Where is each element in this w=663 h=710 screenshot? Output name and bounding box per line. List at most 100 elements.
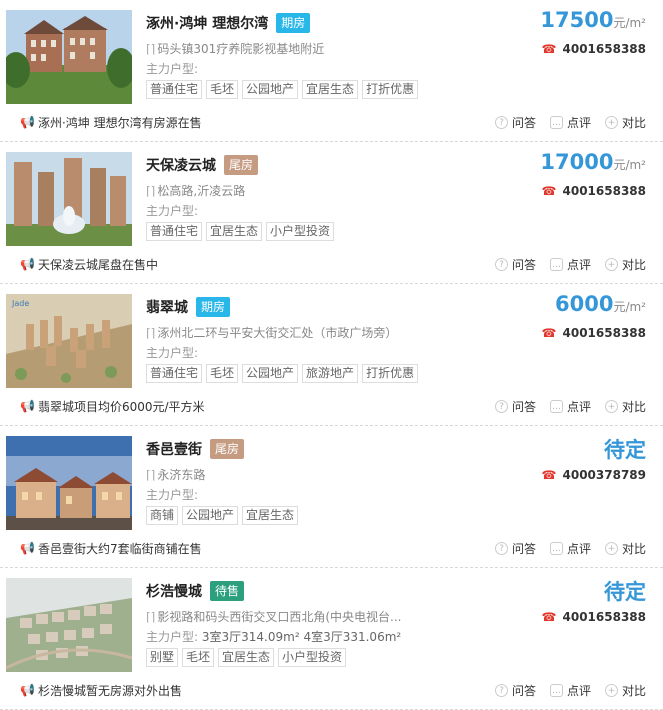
- property-name[interactable]: 翡翠城: [146, 297, 188, 317]
- property-photo[interactable]: [6, 578, 132, 672]
- price-unit: 元/m²: [613, 158, 646, 172]
- phone-number: 4000378789: [562, 468, 647, 482]
- megaphone-icon: 📢: [20, 541, 35, 555]
- compare-label: 对比: [621, 257, 646, 272]
- property-name[interactable]: 天保凌云城: [146, 155, 216, 175]
- compare-label: 对比: [621, 399, 646, 414]
- phone[interactable]: ☎ 4000378789: [542, 468, 646, 482]
- review-button[interactable]: … 点评: [549, 114, 591, 131]
- phone[interactable]: ☎ 4001658388: [542, 42, 646, 56]
- plus-circle-icon: +: [604, 257, 618, 271]
- news-text[interactable]: 天保凌云城尾盘在售中: [38, 256, 158, 273]
- review-button[interactable]: … 点评: [549, 682, 591, 699]
- price-value: 待定: [604, 580, 646, 604]
- ask-button[interactable]: ? 问答: [494, 256, 536, 273]
- news-text[interactable]: 涿州·鸿坤 理想尔湾有房源在售: [38, 114, 202, 131]
- phone[interactable]: ☎ 4001658388: [542, 610, 646, 624]
- question-icon: ?: [494, 541, 508, 555]
- status-badge: 尾房: [210, 439, 245, 459]
- phone-icon: ☎: [541, 610, 557, 624]
- phone-icon: ☎: [541, 42, 557, 56]
- review-button[interactable]: … 点评: [549, 540, 591, 557]
- review-button[interactable]: … 点评: [549, 398, 591, 415]
- address: ⌈⌉ 永济东路: [146, 466, 205, 483]
- ask-button[interactable]: ? 问答: [494, 682, 536, 699]
- review-label: 点评: [566, 257, 591, 272]
- list-item: 香邑壹街 尾房 ⌈⌉ 永济东路 主力户型: 商铺 公园地产 宜居生态 待定 ☎ 40…: [0, 426, 663, 568]
- ask-button[interactable]: ? 问答: [494, 540, 536, 557]
- compare-button[interactable]: + 对比: [604, 682, 646, 699]
- address: ⌈⌉ 松高路,沂凌云路: [146, 182, 245, 199]
- chat-icon: …: [549, 541, 563, 555]
- property-photo[interactable]: Jade: [6, 294, 132, 388]
- location-icon: ⌈⌉: [146, 468, 156, 482]
- ask-button[interactable]: ? 问答: [494, 114, 536, 131]
- address: ⌈⌉ 码头镇301疗养院影视基地附近: [146, 40, 324, 57]
- phone-icon: ☎: [541, 326, 557, 340]
- feature-tag: 普通住宅: [146, 364, 203, 383]
- main-units: 主力户型:: [146, 60, 198, 77]
- compare-button[interactable]: + 对比: [604, 114, 646, 131]
- feature-tag: 普通住宅: [146, 80, 203, 99]
- main-units: 主力户型:: [146, 344, 198, 361]
- news-text[interactable]: 翡翠城项目均价6000元/平方米: [38, 398, 205, 415]
- address-text: 码头镇301疗养院影视基地附近: [157, 42, 325, 56]
- megaphone-icon: 📢: [20, 257, 35, 271]
- property-name[interactable]: 杉浩慢城: [146, 581, 202, 601]
- units-label: 主力户型:: [146, 346, 199, 360]
- price: 17500元/m²: [540, 8, 646, 32]
- property-name[interactable]: 香邑壹街: [146, 439, 202, 459]
- units-value: 3室3厅314.09m² 4室3厅331.06m²: [201, 630, 402, 644]
- review-label: 点评: [566, 115, 591, 130]
- compare-label: 对比: [621, 541, 646, 556]
- ask-label: 问答: [511, 399, 536, 414]
- price-unit: 元/m²: [613, 300, 646, 314]
- property-photo[interactable]: [6, 436, 132, 530]
- price: 待定: [604, 576, 646, 606]
- units-label: 主力户型:: [146, 630, 199, 644]
- address: ⌈⌉ 涿州北二环与平安大街交汇处（市政广场旁）: [146, 324, 397, 341]
- svg-text:Jade: Jade: [11, 299, 29, 308]
- ask-label: 问答: [511, 541, 536, 556]
- question-icon: ?: [494, 683, 508, 697]
- ask-button[interactable]: ? 问答: [494, 398, 536, 415]
- list-item: 涿州·鸿坤 理想尔湾 期房 ⌈⌉ 码头镇301疗养院影视基地附近 主力户型: 普通…: [0, 0, 663, 142]
- feature-tag: 公园地产: [242, 364, 299, 383]
- chat-icon: …: [549, 399, 563, 413]
- feature-tag: 旅游地产: [302, 364, 359, 383]
- main-units: 主力户型:: [146, 202, 198, 219]
- phone-number: 4001658388: [562, 42, 647, 56]
- property-name[interactable]: 涿州·鸿坤 理想尔湾: [146, 13, 268, 33]
- status-badge: 期房: [276, 13, 311, 33]
- news-text[interactable]: 香邑壹街大约7套临街商铺在售: [38, 540, 202, 557]
- plus-circle-icon: +: [604, 683, 618, 697]
- feature-tags: 普通住宅 宜居生态 小户型投资: [146, 222, 338, 241]
- ask-label: 问答: [511, 683, 536, 698]
- address-text: 涿州北二环与平安大街交汇处（市政广场旁）: [157, 326, 398, 340]
- compare-button[interactable]: + 对比: [604, 256, 646, 273]
- location-icon: ⌈⌉: [146, 184, 156, 198]
- compare-button[interactable]: + 对比: [604, 540, 646, 557]
- chat-icon: …: [549, 683, 563, 697]
- compare-label: 对比: [621, 115, 646, 130]
- status-badge: 尾房: [224, 155, 259, 175]
- price-value: 17000: [540, 150, 614, 174]
- price: 17000元/m²: [540, 150, 646, 174]
- feature-tag: 打折优惠: [362, 364, 419, 383]
- chat-icon: …: [549, 115, 563, 129]
- property-photo[interactable]: [6, 152, 132, 246]
- news-text[interactable]: 杉浩慢城暂无房源对外出售: [38, 682, 182, 699]
- feature-tag: 宜居生态: [242, 506, 299, 525]
- property-photo[interactable]: [6, 10, 132, 104]
- price-unit: 元/m²: [613, 16, 646, 30]
- compare-button[interactable]: + 对比: [604, 398, 646, 415]
- price: 6000元/m²: [555, 292, 646, 316]
- feature-tag: 小户型投资: [266, 222, 335, 241]
- phone[interactable]: ☎ 4001658388: [542, 184, 646, 198]
- location-icon: ⌈⌉: [146, 42, 156, 56]
- feature-tag: 公园地产: [182, 506, 239, 525]
- phone[interactable]: ☎ 4001658388: [542, 326, 646, 340]
- megaphone-icon: 📢: [20, 683, 35, 697]
- review-label: 点评: [566, 541, 591, 556]
- review-button[interactable]: … 点评: [549, 256, 591, 273]
